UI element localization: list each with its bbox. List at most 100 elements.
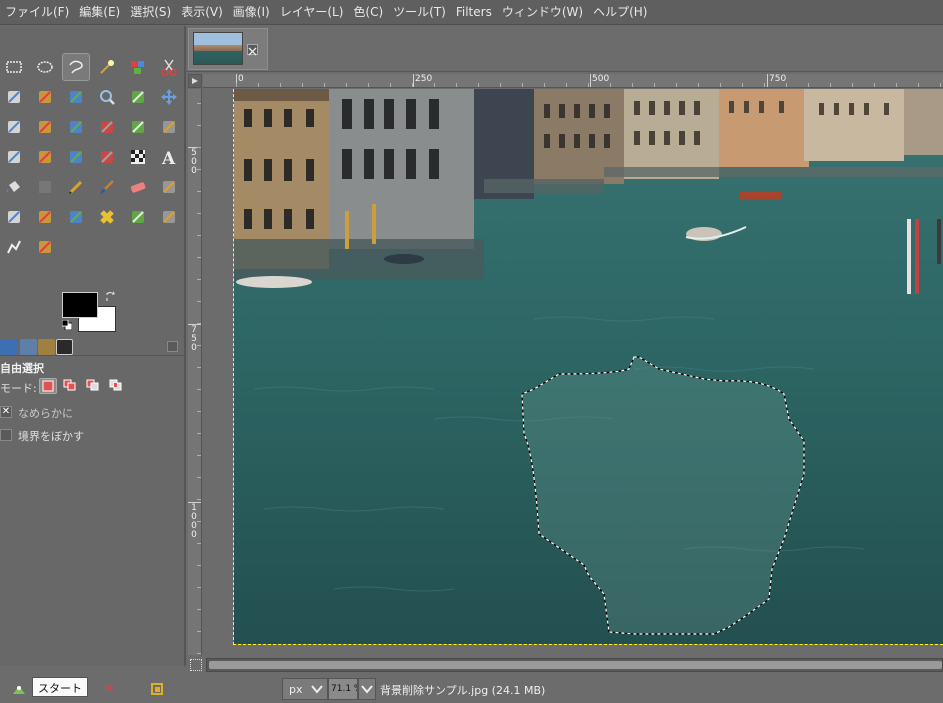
swap-colors-icon[interactable] <box>104 290 116 302</box>
undo-history-tab-icon[interactable] <box>38 339 55 355</box>
scale-icon[interactable] <box>124 113 152 141</box>
menu-item-1[interactable]: 編集(E) <box>76 0 127 25</box>
mypaint-icon[interactable] <box>31 203 59 231</box>
mode-replace-button[interactable] <box>39 378 57 394</box>
warp-icon[interactable] <box>93 143 121 171</box>
canvas-area[interactable] <box>203 89 943 655</box>
menu-item-0[interactable]: ファイル(F) <box>2 0 76 25</box>
cage-transform-icon[interactable] <box>0 143 28 171</box>
shear-icon[interactable] <box>155 113 183 141</box>
zoom-dropdown-button[interactable] <box>358 678 376 700</box>
ruler-label: 750 <box>769 74 787 84</box>
perspective-clone-icon[interactable] <box>124 203 152 231</box>
vertical-ruler[interactable]: 500 750 1000 <box>188 89 202 655</box>
ruler-minor-tick <box>390 83 391 87</box>
airbrush-icon[interactable] <box>155 173 183 201</box>
clone-icon[interactable] <box>62 203 90 231</box>
ruler-minor-tick <box>610 83 611 87</box>
zoom-input[interactable]: 71.1 % <box>328 678 358 700</box>
perspective-icon[interactable] <box>31 143 59 171</box>
ruler-minor-tick <box>197 433 201 434</box>
menu-item-7[interactable]: ツール(T) <box>390 0 453 25</box>
reset-colors-icon[interactable] <box>62 320 72 330</box>
menu-item-4[interactable]: 画像(I) <box>230 0 277 25</box>
antialias-checkbox[interactable]: ✕ <box>0 406 12 418</box>
horizontal-ruler[interactable]: 0 250 500 750 <box>203 74 943 88</box>
color-select-icon[interactable] <box>124 53 152 81</box>
ruler-minor-tick <box>412 83 413 87</box>
blend-icon[interactable] <box>31 173 59 201</box>
move-icon[interactable] <box>155 83 183 111</box>
paintbrush-icon[interactable] <box>93 173 121 201</box>
scissors-select-icon[interactable] <box>155 53 183 81</box>
ruler-minor-tick <box>654 83 655 87</box>
image-tab[interactable] <box>188 28 268 70</box>
ruler-minor-tick <box>588 83 589 87</box>
zoom-icon[interactable] <box>93 83 121 111</box>
ruler-minor-tick <box>197 653 201 654</box>
foreground-select-icon[interactable] <box>0 83 28 111</box>
ellipse-select-icon[interactable] <box>31 53 59 81</box>
menu-item-3[interactable]: 表示(V) <box>178 0 230 25</box>
text-icon[interactable]: A <box>155 143 183 171</box>
ruler-minor-tick <box>197 345 201 346</box>
checker-icon[interactable] <box>124 143 152 171</box>
menu-item-5[interactable]: レイヤー(L) <box>277 0 351 25</box>
pencil-icon[interactable] <box>62 173 90 201</box>
ruler-minor-tick <box>830 83 831 87</box>
unified-transform-icon[interactable] <box>62 113 90 141</box>
feather-checkbox[interactable] <box>0 429 12 441</box>
dock-menu-icon[interactable] <box>167 341 178 352</box>
mode-add-button[interactable] <box>62 378 80 394</box>
paths-icon[interactable] <box>31 83 59 111</box>
ruler-minor-tick <box>434 83 435 87</box>
fuzzy-select-icon[interactable] <box>93 53 121 81</box>
menu-item-6[interactable]: 色(C) <box>350 0 390 25</box>
scrollbar-thumb[interactable] <box>209 661 942 669</box>
menu-item-10[interactable]: ヘルプ(H) <box>590 0 654 25</box>
flip-icon[interactable] <box>62 143 90 171</box>
dock-separator[interactable] <box>184 26 186 666</box>
menu-item-8[interactable]: Filters <box>453 0 499 25</box>
rotate-icon[interactable] <box>93 113 121 141</box>
start-icon[interactable] <box>12 682 26 696</box>
measure-icon[interactable] <box>124 83 152 111</box>
horizontal-scrollbar[interactable] <box>206 658 943 672</box>
bucket-fill-icon[interactable] <box>0 173 28 201</box>
rect-select-icon[interactable] <box>0 53 28 81</box>
ruler-minor-tick <box>197 147 201 148</box>
heal-icon[interactable] <box>93 203 121 231</box>
mode-label: モード: <box>0 382 37 395</box>
menu-item-2[interactable]: 選択(S) <box>127 0 178 25</box>
eraser-icon[interactable] <box>124 173 152 201</box>
free-select-icon[interactable] <box>62 53 90 81</box>
mode-subtract-button[interactable] <box>85 378 103 394</box>
navigate-icon[interactable] <box>190 659 202 671</box>
images-tab-icon[interactable] <box>56 339 73 355</box>
menu-item-9[interactable]: ウィンドウ(W) <box>499 0 590 25</box>
color-picker-icon[interactable] <box>62 83 90 111</box>
device-status-tab-icon[interactable] <box>20 339 37 355</box>
align-icon[interactable] <box>0 113 28 141</box>
foreground-color-swatch[interactable] <box>62 292 98 318</box>
ruler-minor-tick <box>368 83 369 87</box>
ruler-minor-tick <box>544 83 545 87</box>
close-tab-icon[interactable] <box>247 44 258 56</box>
folder-icon[interactable] <box>150 682 164 696</box>
ink-icon[interactable] <box>0 203 28 231</box>
ruler-minor-tick <box>808 83 809 87</box>
ruler-minor-tick <box>197 521 201 522</box>
unit-select[interactable]: px <box>282 678 328 700</box>
close-icon[interactable]: ✕ <box>104 682 115 697</box>
quick-mask-toggle[interactable] <box>188 74 202 88</box>
blur-sharpen-icon[interactable] <box>155 203 183 231</box>
unit-value: px <box>289 683 303 696</box>
dodge-burn-icon[interactable] <box>31 233 59 261</box>
ruler-minor-tick <box>280 83 281 87</box>
mode-intersect-button[interactable] <box>108 378 126 394</box>
crop-icon[interactable] <box>31 113 59 141</box>
tool-options-tab-icon[interactable] <box>0 339 17 355</box>
ruler-minor-tick <box>197 455 201 456</box>
image-canvas[interactable] <box>233 89 943 645</box>
smudge-icon[interactable] <box>0 233 28 261</box>
